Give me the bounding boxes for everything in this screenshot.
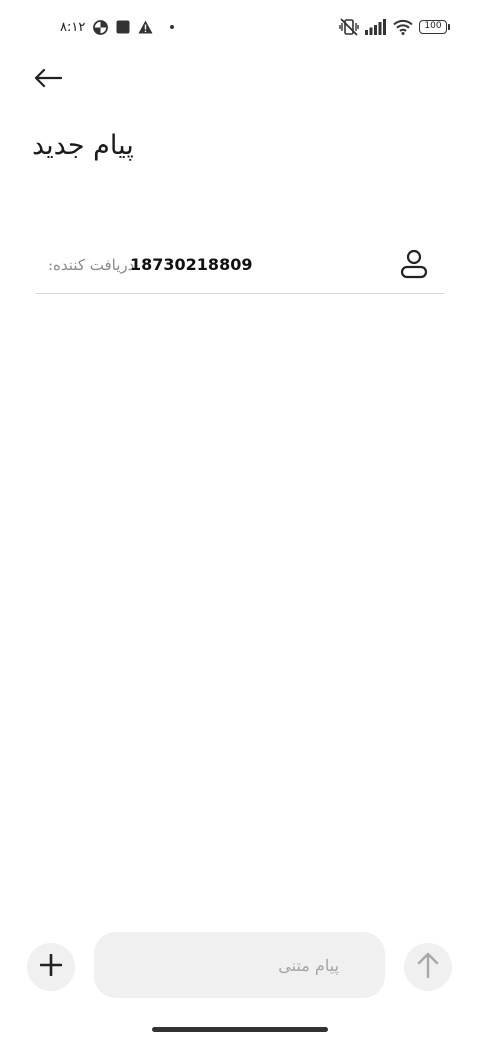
wifi-icon: [393, 19, 413, 35]
arrow-up-icon: [417, 952, 439, 982]
send-button[interactable]: [404, 943, 452, 991]
dot-icon: [169, 24, 175, 30]
battery-level: 100: [419, 20, 447, 34]
person-icon: [400, 249, 428, 283]
home-indicator: [152, 1027, 328, 1032]
vibrate-off-icon: [339, 18, 359, 36]
status-bar-right: 100: [339, 17, 450, 37]
message-input[interactable]: [94, 932, 385, 998]
arrow-left-icon: [34, 68, 63, 92]
status-time: ۸:۱۲: [60, 19, 86, 35]
battery-icon: 100: [419, 20, 450, 34]
warning-icon: [138, 20, 153, 34]
page-title: پیام جدید: [32, 130, 134, 161]
add-attachment-button[interactable]: [27, 943, 75, 991]
contact-picker-button[interactable]: [396, 248, 432, 284]
recipient-label: دریافت کننده:: [48, 256, 135, 274]
status-bar-left: ۸:۱۲: [60, 18, 175, 36]
back-button[interactable]: [30, 62, 66, 98]
recipient-row[interactable]: دریافت کننده: 18730218809: [36, 240, 444, 294]
plus-icon: [39, 953, 63, 980]
recipient-number[interactable]: 18730218809: [130, 255, 252, 274]
signal-icon: [365, 19, 387, 35]
battery-tip: [448, 24, 450, 30]
status-bar: ۸:۱۲ 100: [0, 0, 480, 54]
square-app-icon: [116, 20, 130, 34]
data-saver-icon: [93, 19, 109, 35]
